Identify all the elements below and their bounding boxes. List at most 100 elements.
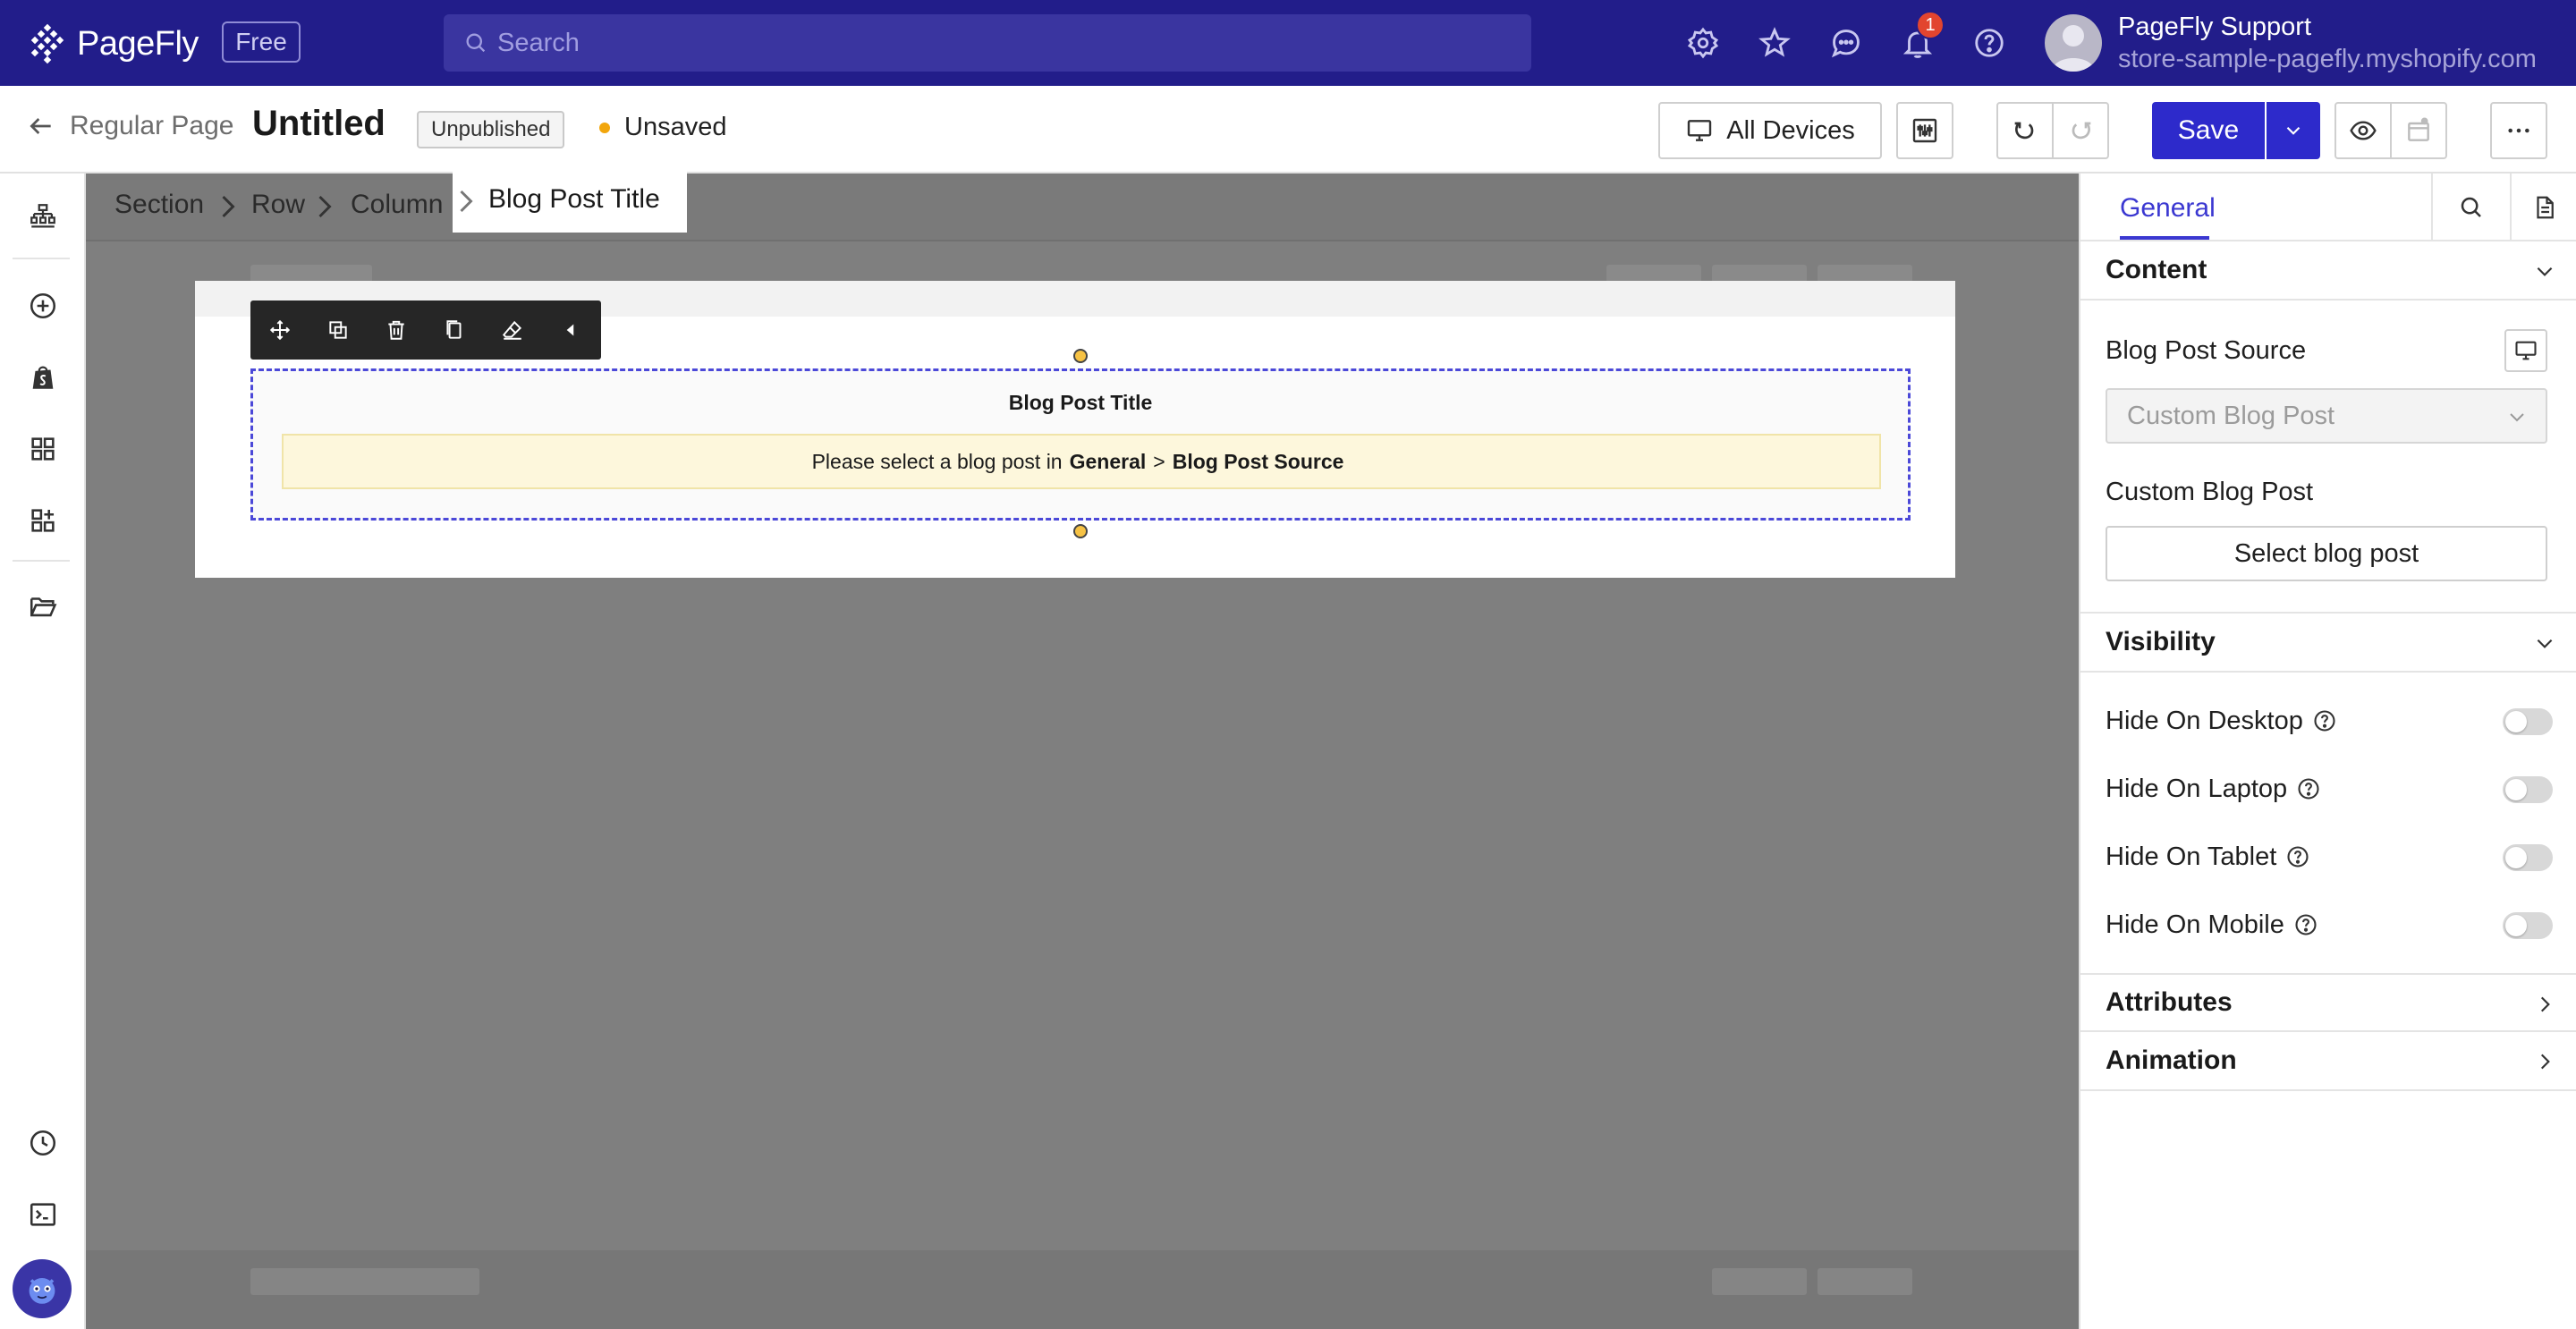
breadcrumb-item-current[interactable]: Blog Post Title [453, 166, 687, 233]
hide-on-tablet-toggle[interactable] [2503, 844, 2553, 871]
terminal-code-icon[interactable] [25, 1197, 61, 1232]
publish-button[interactable] [2390, 102, 2447, 159]
resize-handle-top[interactable] [1073, 349, 1088, 363]
tab-general[interactable]: General [2120, 193, 2216, 224]
add-element-icon[interactable] [25, 288, 61, 324]
history-clock-icon[interactable] [25, 1125, 61, 1161]
hide-on-laptop-label: Hide On Laptop [2106, 774, 2288, 803]
folder-icon[interactable] [25, 588, 61, 624]
delete-element-button[interactable] [367, 301, 425, 360]
save-status-label: Unsaved [624, 113, 727, 141]
redo-button[interactable] [2052, 102, 2109, 159]
undo-button[interactable] [1996, 102, 2054, 159]
user-name[interactable]: PageFly Support [2118, 13, 2311, 42]
help-circle-icon[interactable] [2293, 912, 2318, 937]
hide-on-desktop-label: Hide On Desktop [2106, 706, 2303, 735]
section-visibility-header[interactable]: Visibility [2080, 612, 2576, 673]
blog-post-source-select[interactable]: Custom Blog Post [2106, 388, 2547, 444]
breadcrumb-item-row[interactable]: Row [251, 190, 305, 220]
plan-badge[interactable]: Free [222, 21, 301, 63]
section-visibility-title: Visibility [2106, 627, 2216, 656]
section-attributes-header[interactable]: Attributes [2080, 973, 2576, 1032]
element-heading: Blog Post Title [1008, 391, 1153, 414]
breadcrumb-item-section[interactable]: Section [114, 190, 204, 220]
collapse-toolbar-button[interactable] [541, 301, 599, 360]
section-content-header[interactable]: Content [2080, 241, 2576, 301]
resize-handle-bottom[interactable] [1073, 524, 1088, 538]
help-circle-icon[interactable] [2296, 776, 2321, 801]
select-blog-post-button[interactable]: Select blog post [2106, 526, 2547, 581]
element-toolbar [250, 301, 601, 360]
trash-icon [387, 320, 404, 340]
custom-blog-post-label: Custom Blog Post [2106, 478, 2314, 506]
more-options-button[interactable] [2490, 102, 2547, 159]
page-outline-icon[interactable] [25, 199, 61, 234]
element-settings-panel: General Content Blog Post Source Custom … [2079, 174, 2576, 1329]
select-blog-post-notice: Please select a blog post in General > B… [282, 434, 1881, 489]
save-options-dropdown[interactable] [2267, 102, 2320, 159]
device-selector-button[interactable]: All Devices [1658, 102, 1882, 159]
back-to-pages-link[interactable]: Regular Page [27, 111, 233, 141]
save-button[interactable]: Save [2152, 102, 2265, 159]
help-circle-icon[interactable] [2285, 844, 2310, 869]
save-status: Unsaved [599, 113, 726, 142]
user-avatar[interactable] [2045, 14, 2102, 72]
tab-document[interactable] [2510, 174, 2576, 241]
notice-general: General [1069, 449, 1147, 473]
pagefly-mascot-avatar[interactable] [13, 1259, 72, 1318]
redo-icon [2072, 122, 2091, 140]
shopify-icon[interactable] [25, 360, 61, 395]
blog-post-title-element[interactable]: Blog Post Title Please select a blog pos… [250, 368, 1911, 521]
chevron-down-icon [2286, 126, 2301, 135]
apps-integration-icon[interactable] [25, 503, 61, 538]
help-circle-icon[interactable] [2312, 708, 2337, 733]
page-settings-button[interactable] [1896, 102, 1953, 159]
page-title[interactable]: Untitled [252, 104, 386, 144]
section-animation-header[interactable]: Animation [2080, 1032, 2576, 1091]
chevron-right-icon [2540, 996, 2550, 1012]
back-link-label: Regular Page [70, 111, 234, 140]
placeholder-bar [250, 1268, 479, 1295]
notice-text: Please select a blog post in [811, 449, 1063, 473]
hide-on-laptop-toggle[interactable] [2503, 776, 2553, 803]
notification-count-badge: 1 [1916, 11, 1945, 39]
duplicate-element-button[interactable] [309, 301, 367, 360]
monitor-icon [2515, 341, 2537, 360]
clear-style-button[interactable] [483, 301, 541, 360]
undo-icon [2014, 122, 2034, 140]
sliders-icon [1912, 118, 1937, 143]
tab-search[interactable] [2431, 174, 2510, 241]
search-icon [2461, 197, 2481, 217]
breadcrumb-item-column[interactable]: Column [351, 190, 443, 220]
sidebar-divider [13, 258, 70, 259]
editor-canvas[interactable]: Section Row Column Blog Post Title Blog … [86, 166, 2079, 1329]
hide-on-mobile-label: Hide On Mobile [2106, 910, 2284, 939]
hide-on-laptop-row: Hide On Laptop [2106, 771, 2553, 807]
hide-on-mobile-toggle[interactable] [2503, 912, 2553, 939]
help-icon[interactable] [1970, 23, 2009, 63]
copy-element-button[interactable] [425, 301, 483, 360]
footer-placeholder-strip [86, 1250, 2079, 1329]
search-input[interactable]: Search [444, 14, 1531, 72]
star-icon[interactable] [1755, 23, 1794, 63]
notice-source: Blog Post Source [1172, 449, 1344, 473]
chat-icon[interactable] [1826, 23, 1866, 63]
brand-name: PageFly [77, 24, 199, 63]
responsive-device-toggle[interactable] [2504, 329, 2547, 372]
hide-on-desktop-toggle[interactable] [2503, 708, 2553, 735]
arrow-left-icon [30, 118, 51, 134]
user-store-domain[interactable]: store-sample-pagefly.myshopify.com [2118, 45, 2537, 74]
pagefly-logo[interactable]: PageFly [27, 23, 199, 64]
preview-button[interactable] [2334, 102, 2392, 159]
eraser-icon [502, 320, 521, 340]
monitor-icon [1688, 120, 1712, 141]
active-tab-indicator [2120, 236, 2209, 240]
duplicate-icon [328, 321, 347, 339]
settings-gear-icon[interactable] [1683, 23, 1723, 63]
chevron-down-icon [2537, 267, 2553, 276]
templates-grid-icon[interactable] [25, 431, 61, 467]
move-element-button[interactable] [250, 301, 309, 360]
publish-status-badge: Unpublished [417, 111, 565, 148]
breadcrumb-current-label: Blog Post Title [488, 184, 660, 214]
copy-icon [445, 320, 461, 339]
